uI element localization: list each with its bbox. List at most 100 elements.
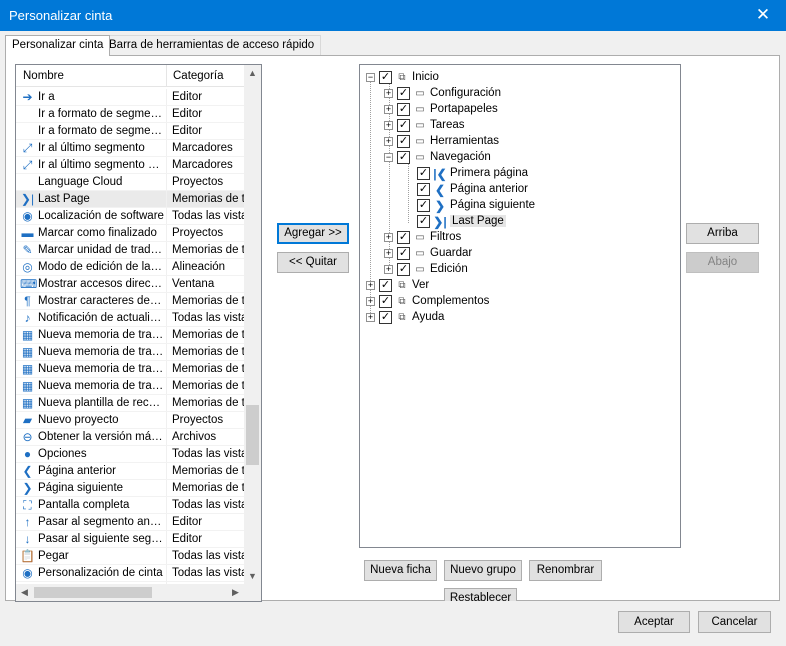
- list-item[interactable]: Language Cloud Proyectos: [16, 174, 244, 191]
- list-item[interactable]: ▬ Marcar como finalizado Proyectos: [16, 225, 244, 242]
- horizontal-scrollbar[interactable]: ◀ ▶: [16, 584, 244, 601]
- list-item[interactable]: 📋Pegar Todas las vistas: [16, 548, 244, 565]
- tree-node-portapapeles[interactable]: + ✓ ▭ Portapapeles: [384, 102, 660, 118]
- list-item[interactable]: ◉ Localización de software Todas las vista…: [16, 208, 244, 225]
- list-item[interactable]: ◉ Personalización de cinta Todas las vista…: [16, 565, 244, 582]
- hscroll-thumb[interactable]: [34, 587, 152, 598]
- tree-checkbox[interactable]: ✓: [379, 295, 392, 308]
- tree-checkbox[interactable]: ✓: [417, 167, 430, 180]
- tree-checkbox[interactable]: ✓: [379, 279, 392, 292]
- tree-node-herramientas[interactable]: + ✓ ▭ Herramientas: [384, 134, 660, 150]
- tree-node-configuración[interactable]: + ✓ ▭ Configuración: [384, 86, 660, 102]
- column-header-name[interactable]: Nombre: [23, 70, 64, 82]
- list-item[interactable]: ⊖ Obtener la versión más reciente Archivos: [16, 429, 244, 446]
- list-item[interactable]: ⛶ Pantalla completa Todas las vistas: [16, 497, 244, 514]
- list-item[interactable]: ♪ Notificación de actualización Todas las …: [16, 310, 244, 327]
- tree-checkbox[interactable]: ✓: [397, 103, 410, 116]
- tree-checkbox[interactable]: ✓: [397, 151, 410, 164]
- tree-checkbox[interactable]: ✓: [397, 231, 410, 244]
- expand-icon[interactable]: +: [384, 265, 393, 274]
- column-header-category[interactable]: Categoría: [173, 70, 224, 82]
- commands-list[interactable]: Nombre Categoría ➔ Ir a Editor Ir a formato…: [15, 64, 262, 602]
- new-group-button[interactable]: Nuevo grupo: [444, 560, 522, 581]
- tree-checkbox[interactable]: ✓: [397, 119, 410, 132]
- list-item[interactable]: ✎ Marcar unidad de traducción Memorias de …: [16, 242, 244, 259]
- tree-checkbox[interactable]: ✓: [379, 71, 392, 84]
- tree-node-filtros[interactable]: + ✓ ▭ Filtros: [384, 230, 660, 246]
- ribbon-tree[interactable]: − ✓ ⧉ Inicio + ✓ ▭ Configuración + ✓ ▭ Portapapeles…: [359, 64, 681, 548]
- collapse-icon[interactable]: −: [384, 153, 393, 162]
- list-item[interactable]: ❯|Last Page Memorias de traducción: [16, 191, 244, 208]
- tree-node-navegación[interactable]: − ✓ ▭ Navegación: [384, 150, 660, 166]
- cancel-button[interactable]: Cancelar: [698, 611, 771, 633]
- remove-button[interactable]: << Quitar: [277, 252, 349, 273]
- reset-button[interactable]: Restablecer: [444, 588, 517, 601]
- list-item[interactable]: ▦ Nueva memoria de traducción Memorias de …: [16, 327, 244, 344]
- tree-node-edición[interactable]: + ✓ ▭ Edición: [384, 262, 660, 278]
- scroll-right-icon[interactable]: ▶: [227, 584, 244, 601]
- tree-node-last-page[interactable]: ✓ ❯| Last Page: [404, 214, 660, 230]
- tree-checkbox[interactable]: ✓: [417, 199, 430, 212]
- scroll-down-icon[interactable]: ▼: [244, 568, 261, 585]
- scroll-up-icon[interactable]: ▲: [244, 65, 261, 82]
- tree-node-complementos[interactable]: + ✓ ⧉ Complementos: [366, 294, 660, 310]
- list-item[interactable]: ⤢ Ir al último segmento del documento Marc…: [16, 157, 244, 174]
- list-item[interactable]: ▦ Nueva memoria de traducción basada en a…: [16, 344, 244, 361]
- list-item[interactable]: ▦ Nueva memoria de traducción de servidor…: [16, 361, 244, 378]
- list-item[interactable]: ↓ Pasar al siguiente segme Editor: [16, 531, 244, 548]
- expand-icon[interactable]: +: [384, 233, 393, 242]
- list-item[interactable]: Ir a formato de segmento anterior Editor: [16, 106, 244, 123]
- list-item[interactable]: ➔ Ir a Editor: [16, 89, 244, 106]
- tree-node-página-siguiente[interactable]: ✓ ❯ Página siguiente: [404, 198, 660, 214]
- ok-button[interactable]: Aceptar: [618, 611, 690, 633]
- list-item[interactable]: ◎ Modo de edición de la alineación Alineac…: [16, 259, 244, 276]
- rename-button[interactable]: Renombrar: [529, 560, 602, 581]
- tab-page: Nombre Categoría ➔ Ir a Editor Ir a formato…: [5, 55, 780, 602]
- list-item-name: Obtener la versión más reciente: [38, 431, 164, 443]
- tree-node-guardar[interactable]: + ✓ ▭ Guardar: [384, 246, 660, 262]
- expand-icon[interactable]: +: [384, 89, 393, 98]
- tree-checkbox[interactable]: ✓: [397, 263, 410, 276]
- tab-personalizar-cinta[interactable]: Personalizar cinta: [5, 35, 111, 56]
- scroll-left-icon[interactable]: ◀: [16, 584, 33, 601]
- tree-node-página-anterior[interactable]: ✓ ❮ Página anterior: [404, 182, 660, 198]
- tab-barra-acceso-rapido[interactable]: Barra de herramientas de acceso rápido: [102, 35, 322, 55]
- tree-node-tareas[interactable]: + ✓ ▭ Tareas: [384, 118, 660, 134]
- expand-icon[interactable]: +: [384, 105, 393, 114]
- tree-checkbox[interactable]: ✓: [417, 183, 430, 196]
- collapse-icon[interactable]: −: [366, 73, 375, 82]
- list-item-category: Memorias de traducción: [172, 482, 244, 494]
- move-up-button[interactable]: Arriba: [686, 223, 759, 244]
- list-item[interactable]: ¶ Mostrar caracteres de espacio Memorias d…: [16, 293, 244, 310]
- list-item[interactable]: ▰ Nuevo proyecto Proyectos: [16, 412, 244, 429]
- tree-checkbox[interactable]: ✓: [417, 215, 430, 228]
- tree-node-ver[interactable]: + ✓ ⧉ Ver: [366, 278, 660, 294]
- new-tab-button[interactable]: Nueva ficha: [364, 560, 437, 581]
- tree-node-primera-página[interactable]: ✓ |❮ Primera página: [404, 166, 660, 182]
- expand-icon[interactable]: +: [384, 121, 393, 130]
- list-item[interactable]: ↑ Pasar al segmento anterior Editor: [16, 514, 244, 531]
- expand-icon[interactable]: +: [366, 297, 375, 306]
- tree-node-ayuda[interactable]: + ✓ ⧉ Ayuda: [366, 310, 660, 326]
- list-item[interactable]: ❯ Página siguiente Memorias de traducción: [16, 480, 244, 497]
- expand-icon[interactable]: +: [384, 249, 393, 258]
- list-item[interactable]: ▦ Nueva plantilla de recursos lingüístico…: [16, 395, 244, 412]
- tree-checkbox[interactable]: ✓: [397, 247, 410, 260]
- list-item[interactable]: Ir a formato de segmento siguiente Editor: [16, 123, 244, 140]
- list-item[interactable]: ▦ Nueva memoria de traducción desde Memori…: [16, 378, 244, 395]
- add-button[interactable]: Agregar >>: [277, 223, 349, 244]
- tree-checkbox[interactable]: ✓: [397, 87, 410, 100]
- close-icon[interactable]: ✕: [740, 0, 786, 31]
- expand-icon[interactable]: +: [384, 137, 393, 146]
- expand-icon[interactable]: +: [366, 281, 375, 290]
- tree-node-inicio[interactable]: − ✓ ⧉ Inicio: [366, 70, 660, 86]
- list-item[interactable]: ⤢ Ir al último segmento Marcadores: [16, 140, 244, 157]
- list-item[interactable]: ● Opciones Todas las vistas: [16, 446, 244, 463]
- tree-checkbox[interactable]: ✓: [379, 311, 392, 324]
- list-item[interactable]: ❮ Página anterior Memorias de traducción: [16, 463, 244, 480]
- expand-icon[interactable]: +: [366, 313, 375, 322]
- tree-checkbox[interactable]: ✓: [397, 135, 410, 148]
- vertical-scrollbar[interactable]: ▲ ▼: [244, 65, 261, 585]
- list-item[interactable]: ⌨ Mostrar accesos directos Ventana: [16, 276, 244, 293]
- scroll-thumb[interactable]: [246, 405, 259, 465]
